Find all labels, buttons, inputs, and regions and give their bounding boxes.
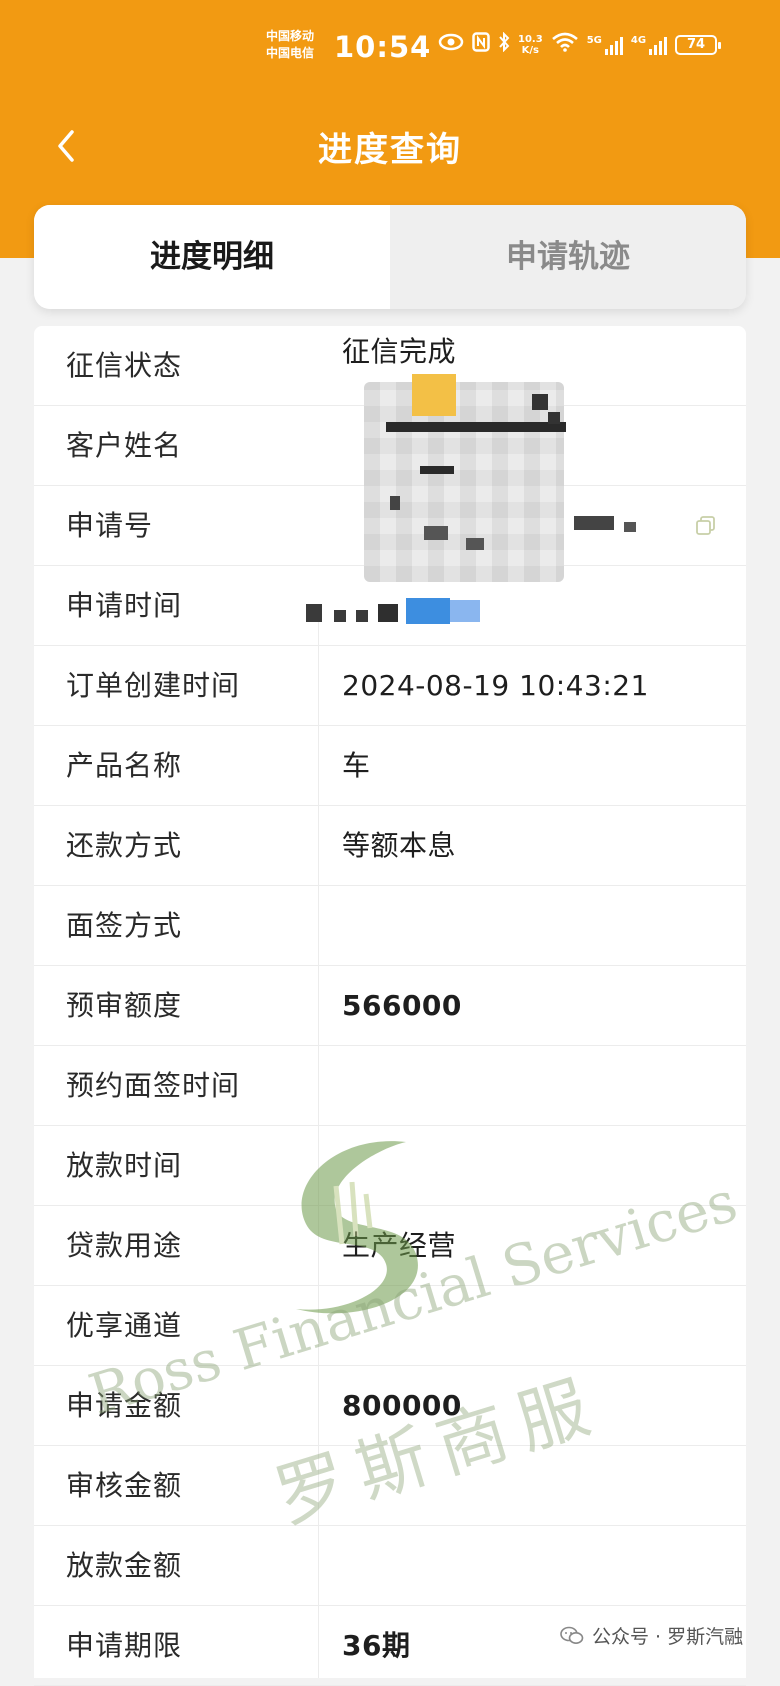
detail-label: 征信状态	[66, 349, 183, 382]
detail-row-disbursement-time: 放款时间	[34, 1126, 746, 1206]
detail-row-repayment-method: 还款方式 等额本息	[34, 806, 746, 886]
source-text: 公众号 · 罗斯汽融	[592, 1626, 744, 1648]
detail-label: 客户姓名	[66, 429, 183, 462]
tab-progress-details[interactable]: 进度明细	[34, 205, 390, 309]
detail-row-loan-purpose: 贷款用途 生产经营	[34, 1206, 746, 1286]
detail-row-signing-appointment-time: 预约面签时间	[34, 1046, 746, 1126]
detail-label: 产品名称	[66, 749, 183, 782]
detail-label: 预审额度	[66, 989, 183, 1022]
status-bar: 中国移动 中国电信 10:54 10.3 K/s 5G 4G 74	[0, 18, 780, 78]
nfc-icon	[472, 32, 490, 57]
detail-label: 审核金额	[66, 1469, 183, 1502]
detail-value: 车	[342, 749, 371, 782]
battery-level: 74	[686, 36, 706, 52]
status-time: 10:54	[334, 30, 432, 64]
detail-label: 申请号	[66, 509, 154, 542]
navigation-bar: 进度查询	[0, 108, 780, 184]
detail-value: 2024-08-19 10:43:21	[342, 669, 649, 702]
carrier-1: 中国移动	[266, 29, 315, 43]
detail-row-product-name: 产品名称 车	[34, 726, 746, 806]
detail-label: 申请金额	[66, 1389, 183, 1422]
detail-label: 放款金额	[66, 1549, 183, 1582]
detail-label: 申请期限	[66, 1629, 183, 1662]
signal-5g-icon: 5G	[587, 35, 623, 55]
carrier-info: 中国移动 中国电信	[266, 28, 314, 62]
detail-row-signing-method: 面签方式	[34, 886, 746, 966]
eye-icon	[438, 33, 464, 56]
detail-value: 566000	[342, 989, 462, 1022]
detail-label: 面签方式	[66, 909, 183, 942]
detail-value: 36期	[342, 1629, 411, 1662]
detail-label: 申请时间	[66, 589, 183, 622]
network-speed-unit: K/s	[521, 44, 540, 56]
bluetooth-icon	[498, 31, 510, 57]
signal-4g-icon: 4G	[630, 34, 668, 55]
page-title: 进度查询	[318, 130, 462, 170]
network-speed-value: 10.3	[518, 33, 543, 45]
detail-row-pre-approved-amount: 预审额度 566000	[34, 966, 746, 1046]
detail-value: 生产经营	[342, 1229, 457, 1262]
signal-4g-label: 4G	[630, 34, 647, 46]
detail-row-disbursed-amount: 放款金额	[34, 1526, 746, 1606]
detail-label: 贷款用途	[66, 1229, 183, 1262]
detail-row-priority-channel: 优享通道	[34, 1286, 746, 1366]
detail-row-approved-amount: 审核金额	[34, 1446, 746, 1526]
detail-value: 800000	[342, 1389, 462, 1422]
wifi-icon	[551, 32, 579, 57]
network-speed: 10.3 K/s	[518, 34, 543, 56]
status-icons: 10.3 K/s 5G 4G 74	[438, 31, 722, 57]
tab-bar: 进度明细 申请轨迹	[34, 205, 746, 309]
signal-5g-label: 5G	[586, 34, 602, 46]
detail-label: 订单创建时间	[66, 669, 241, 702]
details-card: 征信状态 征信完成 客户姓名 申请号 申请时间 订单创建时间 2024-08-1…	[34, 326, 746, 1686]
detail-value: 等额本息	[342, 829, 457, 862]
detail-row-order-created-time: 订单创建时间 2024-08-19 10:43:21	[34, 646, 746, 726]
detail-label: 预约面签时间	[66, 1069, 241, 1102]
detail-row-applied-amount: 申请金额 800000	[34, 1366, 746, 1446]
copy-icon[interactable]	[696, 516, 716, 536]
wechat-icon	[560, 1626, 584, 1644]
detail-label: 还款方式	[66, 829, 183, 862]
source-tag: 公众号 · 罗斯汽融	[560, 1622, 743, 1649]
detail-label: 优享通道	[66, 1309, 183, 1342]
battery-icon: 74	[675, 34, 722, 55]
carrier-2: 中国电信	[266, 46, 315, 60]
detail-label: 放款时间	[66, 1149, 183, 1182]
tab-application-track[interactable]: 申请轨迹	[390, 205, 746, 309]
